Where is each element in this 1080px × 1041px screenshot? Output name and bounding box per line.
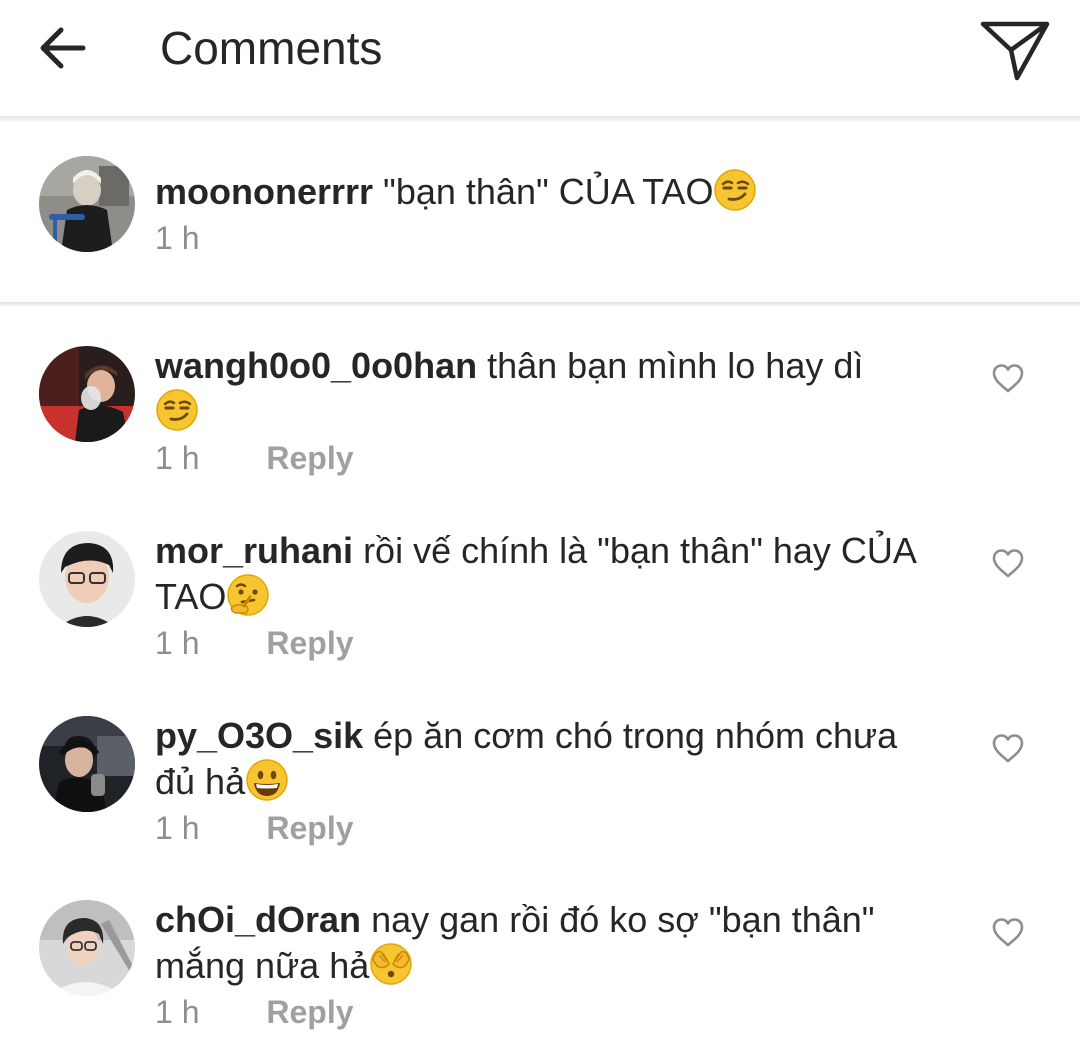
- timestamp: 1 h: [155, 810, 200, 846]
- comment-body: thân bạn mình lo hay dì: [487, 345, 864, 386]
- timestamp: 1 h: [155, 220, 200, 256]
- share-button[interactable]: [970, 10, 1060, 90]
- comment-text: chOi_dOran nay gan rồi đó ko sợ "bạn thâ…: [155, 897, 945, 988]
- heart-icon: [992, 364, 1024, 393]
- see-no-evil-emoji-icon: [370, 943, 412, 985]
- comment-meta: 1 h Reply: [155, 994, 354, 1030]
- avatar[interactable]: [39, 716, 135, 812]
- avatar[interactable]: [39, 900, 135, 996]
- like-button[interactable]: [988, 728, 1028, 768]
- comment-text: py_O3O_sik ép ăn cơm chó trong nhóm chưa…: [155, 713, 945, 804]
- timestamp: 1 h: [155, 625, 200, 661]
- heart-icon: [992, 734, 1024, 763]
- comments-header: Comments: [0, 0, 1080, 116]
- like-button[interactable]: [988, 912, 1028, 952]
- reply-button[interactable]: Reply: [266, 994, 353, 1030]
- smirk-emoji-icon: [156, 389, 198, 431]
- comment-text: mor_ruhani rồi vế chính là "bạn thân" ha…: [155, 528, 945, 619]
- comment-username[interactable]: mor_ruhani: [155, 530, 353, 571]
- caption-meta: 1 h: [155, 220, 199, 256]
- reply-button[interactable]: Reply: [266, 625, 353, 661]
- comment-text: wangh0o0_0o0han thân bạn mình lo hay dì: [155, 343, 945, 434]
- like-button[interactable]: [988, 358, 1028, 398]
- comment-meta: 1 h Reply: [155, 440, 354, 476]
- avatar[interactable]: [39, 156, 135, 252]
- heart-icon: [992, 549, 1024, 578]
- reply-button[interactable]: Reply: [266, 810, 353, 846]
- avatar[interactable]: [39, 531, 135, 627]
- comment-username[interactable]: py_O3O_sik: [155, 715, 363, 756]
- page-title: Comments: [160, 22, 383, 74]
- avatar[interactable]: [39, 346, 135, 442]
- comment-username[interactable]: wangh0o0_0o0han: [155, 345, 477, 386]
- header-divider: [0, 116, 1080, 122]
- caption-body: "bạn thân" CỦA TAO: [383, 171, 714, 212]
- paper-plane-icon: [980, 21, 1050, 81]
- grinning-emoji-icon: [246, 759, 288, 801]
- comment-meta: 1 h Reply: [155, 810, 354, 846]
- comment-username[interactable]: chOi_dOran: [155, 899, 361, 940]
- like-button[interactable]: [988, 543, 1028, 583]
- smirk-emoji-icon: [714, 169, 757, 211]
- reply-button[interactable]: Reply: [266, 440, 353, 476]
- timestamp: 1 h: [155, 994, 200, 1030]
- back-button[interactable]: [30, 20, 94, 76]
- caption-text: moononerrrr "bạn thân" CỦA TAO: [155, 168, 945, 214]
- caption-username[interactable]: moononerrrr: [155, 171, 373, 212]
- comment-meta: 1 h Reply: [155, 625, 354, 661]
- heart-icon: [992, 918, 1024, 947]
- thinking-emoji-icon: [227, 574, 270, 616]
- timestamp: 1 h: [155, 440, 200, 476]
- caption-divider: [0, 302, 1080, 306]
- arrow-left-icon: [40, 27, 86, 69]
